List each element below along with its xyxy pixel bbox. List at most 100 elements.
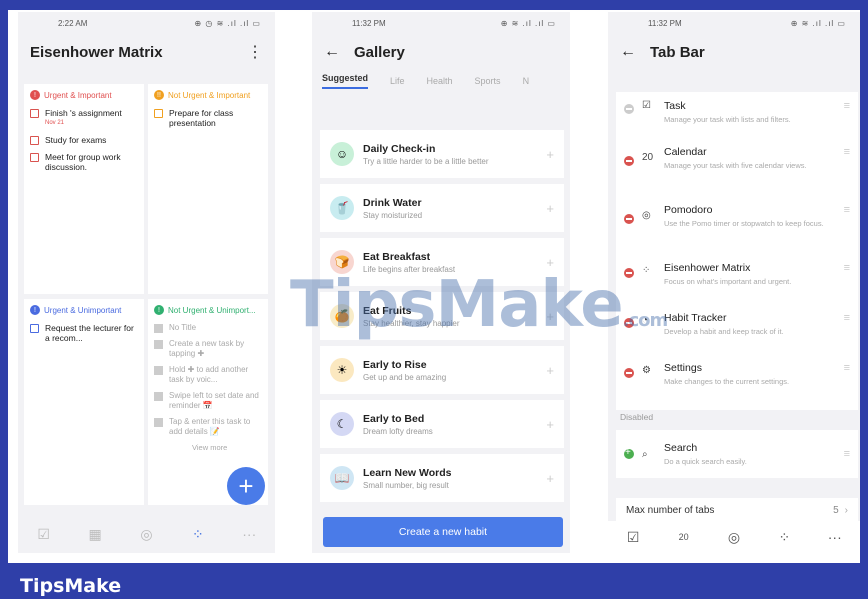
habit-card[interactable]: 📖 Learn New Words Small number, big resul… [320,454,564,502]
task-item[interactable]: Study for exams [30,135,138,145]
more-options-icon[interactable]: ⋮ [247,42,263,62]
footer-brand: TipsMake [20,575,122,597]
task-icon: ☑ [642,100,651,111]
water-icon: 🥤 [330,196,354,220]
quadrant-urgent-important[interactable]: ! Urgent & Important Finish 's assignmen… [24,84,144,294]
task-item[interactable]: Meet for group work discussion. [30,152,138,172]
drag-handle-icon[interactable]: ≡ [844,448,850,460]
habit-name: Early to Rise [363,358,427,371]
quadrant-header: ! Not Urgent & Unimport... [154,305,262,315]
tab-sports[interactable]: Sports [475,76,501,86]
habit-card[interactable]: ☺ Daily Check-in Try a little harder to b… [320,130,564,178]
remove-icon[interactable] [624,368,634,378]
quadrant-label: Urgent & Unimportant [44,305,122,315]
tab-pomodoro-icon[interactable]: ◎ [137,525,155,543]
tab-row-settings[interactable]: ⚙ Settings Make changes to the current se… [616,358,858,408]
tab-health[interactable]: Health [427,76,453,86]
tab-more-icon[interactable]: ··· [240,525,258,543]
page-title: Tab Bar [650,43,705,61]
tab-matrix-icon[interactable]: ⁘ [189,525,207,543]
task-checkbox[interactable] [30,324,39,333]
hint-item[interactable]: Tap & enter this task to add details 📝 [154,417,262,437]
task-text: Meet for group work discussion. [45,152,121,172]
create-habit-button[interactable]: Create a new habit [323,517,563,547]
task-item[interactable]: Finish 's assignment Nov 21 [30,108,138,128]
top-bar: Eisenhower Matrix ⋮ [18,34,275,70]
tab-row-task[interactable]: ☑ Task Manage your task with lists and fi… [616,92,858,142]
hint-text: Swipe left to set date and reminder 📅 [169,391,259,410]
disabled-section-label: Disabled [620,412,654,422]
drag-handle-icon[interactable]: ≡ [844,262,850,308]
add-habit-icon[interactable]: + [546,147,554,162]
habit-card[interactable]: ☾ Early to Bed Dream lofty dreams + [320,400,564,448]
remove-icon[interactable] [624,214,634,224]
tab-pomodoro-icon[interactable]: ◎ [725,528,743,546]
tab-more-icon[interactable]: ··· [826,528,844,546]
tab-name: Habit Tracker [664,312,727,324]
habit-name: Early to Bed [363,412,425,425]
quadrant-urgent-unimportant[interactable]: ! Urgent & Unimportant Request the lectu… [24,299,144,505]
tab-row-search[interactable]: ⌕ Search Do a quick search easily. ≡ [616,430,858,478]
habit-card[interactable]: 🥤 Drink Water Stay moisturized + [320,184,564,232]
tab-more[interactable]: N [523,76,530,86]
hint-checkbox[interactable] [154,418,163,427]
add-task-button[interactable]: + [227,467,265,505]
back-arrow-icon[interactable]: ← [324,43,340,61]
remove-icon[interactable] [624,156,634,166]
habit-card[interactable]: ☀ Early to Rise Get up and be amazing + [320,346,564,394]
task-item[interactable]: Request the lecturer for a recom... [30,323,138,343]
tab-calendar-icon[interactable]: 20 [675,528,693,546]
max-tabs-value: 5 [833,504,839,516]
add-habit-icon[interactable]: + [546,417,554,432]
hint-item[interactable]: Create a new task by tapping ✚ [154,339,262,359]
status-bar: 11:32 PM ⊕ ≋ .ıl .ıl ▭ [312,12,570,34]
task-checkbox[interactable] [30,136,39,145]
drag-handle-icon[interactable]: ≡ [844,362,850,408]
tab-desc: Do a quick search easily. [664,456,747,466]
habit-desc: Dream lofty dreams [363,426,433,436]
status-icons: ⊕ ≋ .ıl .ıl ▭ [790,18,846,28]
view-more-link[interactable]: View more [192,443,262,452]
hint-text: Create a new task by tapping ✚ [169,339,245,358]
back-arrow-icon[interactable]: ← [620,43,636,61]
hint-checkbox[interactable] [154,366,163,375]
add-habit-icon[interactable]: + [546,471,554,486]
quadrant-header: ! Urgent & Unimportant [30,305,138,315]
hint-item[interactable]: Swipe left to set date and reminder 📅 [154,391,262,411]
tab-suggested[interactable]: Suggested [322,73,369,89]
tab-task-icon[interactable]: ☑ [35,525,53,543]
hint-checkbox[interactable] [154,340,163,349]
add-icon[interactable] [624,447,634,459]
bottom-tab-bar: ☑ ▦ ◎ ⁘ ··· [18,515,275,553]
habit-desc: Get up and be amazing [363,372,447,382]
quadrant-label: Urgent & Important [44,90,112,100]
add-habit-icon[interactable]: + [546,363,554,378]
hint-item[interactable]: Hold ✚ to add another task by voic... [154,365,262,385]
drag-handle-icon[interactable]: ≡ [844,100,850,142]
quadrant-not-urgent-important[interactable]: !! Not Urgent & Important Prepare for cl… [148,84,268,294]
add-habit-icon[interactable]: + [546,201,554,216]
tab-name: Settings [664,362,702,374]
tab-calendar-icon[interactable]: ▦ [86,525,104,543]
tab-row-calendar[interactable]: 20 Calendar Manage your task with five ca… [616,142,858,200]
tab-matrix-icon[interactable]: ⁘ [775,528,793,546]
task-checkbox[interactable] [154,109,163,118]
page-title: Eisenhower Matrix [30,43,163,61]
hint-item[interactable]: No Title [154,323,262,333]
task-item[interactable]: Prepare for class presentation [154,108,262,128]
task-checkbox[interactable] [30,109,39,118]
tab-row-pomodoro[interactable]: ◎ Pomodoro Use the Pomo timer or stopwatc… [616,200,858,258]
drag-handle-icon[interactable]: ≡ [844,312,850,358]
sun-icon: ☀ [330,358,354,382]
drag-handle-icon[interactable]: ≡ [844,204,850,258]
status-time: 11:32 PM [352,18,386,28]
tab-desc: Use the Pomo timer or stopwatch to keep … [664,219,824,228]
hint-checkbox[interactable] [154,324,163,333]
tab-life[interactable]: Life [390,76,405,86]
max-tabs-row[interactable]: Max number of tabs 5 › [616,498,858,522]
hint-checkbox[interactable] [154,392,163,401]
check-in-icon: ☺ [330,142,354,166]
drag-handle-icon[interactable]: ≡ [844,146,850,200]
tab-task-icon[interactable]: ☑ [624,528,642,546]
task-checkbox[interactable] [30,153,39,162]
